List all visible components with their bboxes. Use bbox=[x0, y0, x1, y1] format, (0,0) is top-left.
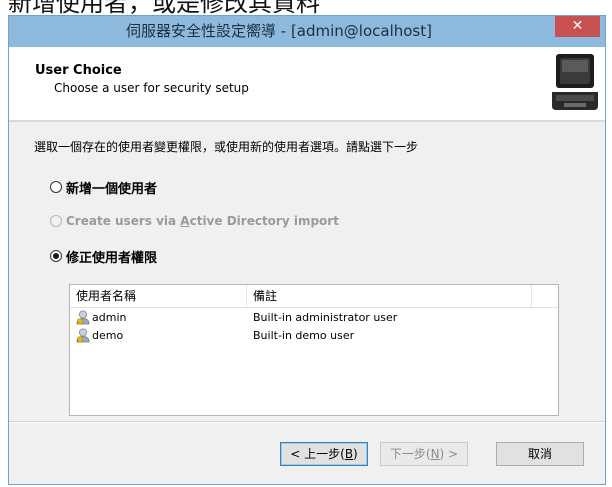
header-separator bbox=[9, 120, 605, 122]
option-modify-user[interactable]: 修正使用者權限 bbox=[50, 247, 158, 266]
option-modify-user-label: 修正使用者權限 bbox=[66, 250, 158, 266]
window-title: 伺服器安全性設定嚮導 - [admin@localhost] bbox=[126, 22, 432, 40]
table-row[interactable]: admin Built-in administrator user bbox=[70, 309, 558, 326]
user-list[interactable]: 使用者名稱 備註 admin Built-in administrator us… bbox=[69, 284, 559, 416]
close-button[interactable]: ✕ bbox=[555, 16, 600, 37]
cancel-button[interactable]: 取消 bbox=[496, 442, 584, 466]
option-ad-import-label: Create users via Active Directory import bbox=[66, 214, 339, 228]
option-ad-import: Create users via Active Directory import bbox=[50, 212, 339, 230]
column-note[interactable]: 備註 bbox=[247, 285, 532, 307]
wizard-window: 伺服器安全性設定嚮導 - [admin@localhost] ✕ User Ch… bbox=[8, 15, 606, 485]
radio-modify-user[interactable] bbox=[50, 250, 62, 262]
column-username[interactable]: 使用者名稱 bbox=[70, 285, 247, 307]
option-new-user-label: 新增一個使用者 bbox=[66, 181, 158, 197]
radio-ad-import bbox=[50, 215, 62, 227]
user-note: Built-in administrator user bbox=[253, 311, 398, 324]
user-icon bbox=[76, 310, 90, 325]
user-icon bbox=[76, 328, 90, 343]
header-title: User Choice bbox=[35, 63, 122, 78]
title-bar[interactable]: 伺服器安全性設定嚮導 - [admin@localhost] ✕ bbox=[9, 16, 605, 47]
header-subtitle: Choose a user for security setup bbox=[54, 81, 249, 95]
user-list-header: 使用者名稱 備註 bbox=[70, 285, 558, 308]
user-name: admin bbox=[92, 311, 127, 324]
radio-new-user[interactable] bbox=[50, 181, 62, 193]
footer-separator bbox=[9, 421, 605, 423]
option-new-user[interactable]: 新增一個使用者 bbox=[50, 178, 158, 197]
laptop-icon bbox=[552, 54, 598, 110]
background-caption: 新增使用者，或是修改其資料 bbox=[8, 0, 320, 15]
table-row[interactable]: demo Built-in demo user bbox=[70, 327, 558, 344]
wizard-header: User Choice Choose a user for security s… bbox=[9, 47, 605, 121]
user-note: Built-in demo user bbox=[253, 329, 355, 342]
next-button: 下一步(N) > bbox=[380, 442, 468, 466]
user-name: demo bbox=[92, 329, 124, 342]
back-button[interactable]: < 上一步(B) bbox=[280, 442, 368, 466]
close-icon: ✕ bbox=[571, 18, 584, 34]
instruction-text: 選取一個存在的使用者變更權限，或使用新的使用者選項。請點選下一步 bbox=[34, 140, 419, 154]
